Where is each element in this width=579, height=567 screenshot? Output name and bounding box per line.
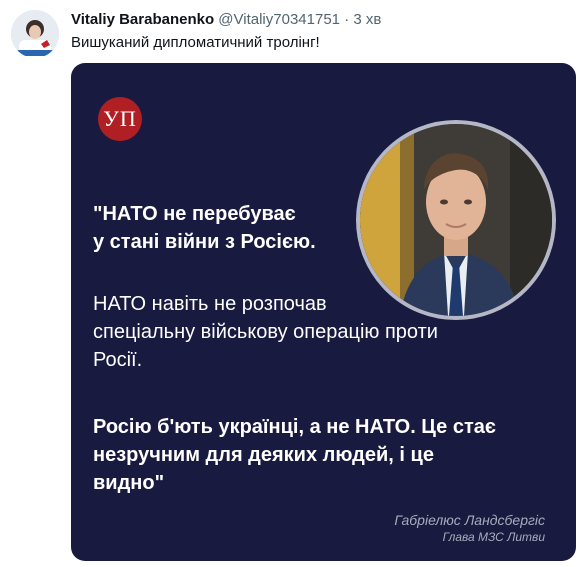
tweet-header: Vitaliy Barabanenko @Vitaliy70341751 · 3… — [71, 11, 381, 28]
quote-heading: "НАТО не перебуває у стані війни з Росіє… — [93, 200, 316, 256]
separator-dot: · — [344, 11, 350, 28]
quote-line-2: у стані війни з Росією. — [93, 231, 316, 253]
timestamp[interactable]: 3 хв — [353, 11, 381, 28]
quote-card-image[interactable]: УП "НАТО не перебуває у стані війни з Ро — [71, 63, 576, 561]
avatar-image — [11, 10, 59, 58]
signature-name: Габріелюс Ландсбергіс — [394, 512, 545, 528]
body-line-3: Росії. — [93, 349, 143, 371]
up-logo: УП — [98, 97, 142, 141]
tweet[interactable]: Vitaliy Barabanenko @Vitaliy70341751 · 3… — [0, 0, 579, 567]
closing-line-2: незручним для деяких людей, і це — [93, 444, 434, 466]
quote-body: НАТО навіть не розпочав спеціальну війсь… — [93, 290, 438, 374]
author-handle[interactable]: @Vitaliy70341751 — [218, 11, 340, 28]
closing-line-1: Росію б'ють українці, а не НАТО. Це стає — [93, 416, 496, 438]
author-name[interactable]: Vitaliy Barabanenko — [71, 11, 214, 28]
quote-line-1: "НАТО не перебуває — [93, 203, 296, 225]
portrait-image — [360, 124, 552, 316]
avatar[interactable] — [11, 10, 59, 58]
body-line-1: НАТО навіть не розпочав — [93, 293, 327, 315]
quote-closing: Росію б'ють українці, а не НАТО. Це стає… — [93, 413, 496, 497]
closing-line-3: видно" — [93, 472, 165, 494]
tweet-text: Вишуканий дипломатичний тролінг! — [71, 34, 320, 51]
signature-title: Глава МЗС Литви — [442, 530, 545, 544]
body-line-2: спеціальну військову операцію проти — [93, 321, 438, 343]
